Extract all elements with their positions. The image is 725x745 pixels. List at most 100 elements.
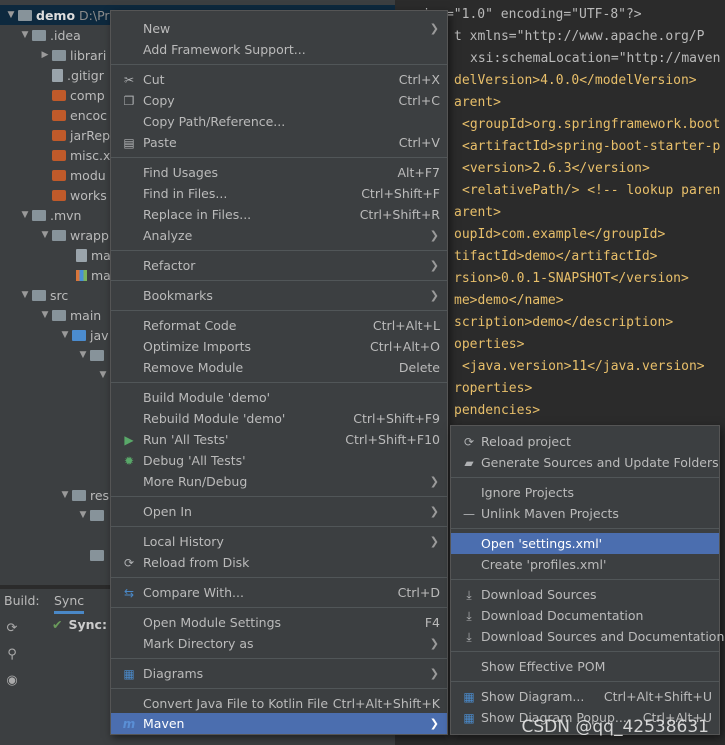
menu-separator [451, 651, 719, 652]
menu-item-show-effective-pom[interactable]: Show Effective POM [451, 656, 719, 677]
code-line: roperties> [454, 378, 532, 400]
menu-item-analyze[interactable]: Analyze ❯ [111, 225, 447, 246]
menu-item-find-usages[interactable]: Find Usages Alt+F7 [111, 162, 447, 183]
menu-item-show-diagram[interactable]: ▦ Show Diagram... Ctrl+Alt+Shift+U [451, 686, 719, 707]
menu-item-download-sources-and-docs[interactable]: ⤓ Download Sources and Documentation [451, 626, 724, 647]
menu-item-shortcut: Ctrl+Shift+R [359, 207, 440, 222]
menu-item-mark-directory-as[interactable]: Mark Directory as ❯ [111, 633, 447, 654]
chevron-down-icon[interactable]: ▼ [58, 330, 72, 340]
menu-item-reload-from-disk[interactable]: ⟳ Reload from Disk [111, 552, 447, 573]
menu-item-ignore-projects[interactable]: Ignore Projects [451, 482, 719, 503]
menu-item-compare-with[interactable]: ⇆ Compare With... Ctrl+D [111, 582, 447, 603]
code-text: operties> [454, 337, 525, 352]
tree-item-gitignore[interactable]: .gitigr [0, 65, 104, 85]
chevron-down-icon[interactable]: ▼ [4, 10, 18, 20]
chevron-down-icon[interactable]: ▼ [18, 210, 32, 220]
menu-item-more-run-debug[interactable]: More Run/Debug ❯ [111, 471, 447, 492]
tree-item-compiler[interactable]: comp [0, 85, 105, 105]
menu-item-refactor[interactable]: Refactor ❯ [111, 255, 447, 276]
generate-sources-icon: ▰ [464, 455, 474, 470]
menu-item-open-module-settings[interactable]: Open Module Settings F4 [111, 612, 447, 633]
menu-item-open-settings-xml[interactable]: Open 'settings.xml' [451, 533, 719, 554]
menu-item-rebuild-module[interactable]: Rebuild Module 'demo' Ctrl+Shift+F9 [111, 408, 447, 429]
menu-item-reload-project[interactable]: ⟳ Reload project [451, 431, 719, 452]
menu-item-diagrams[interactable]: ▦ Diagrams ❯ [111, 663, 447, 684]
tree-item-mvn[interactable]: ▼ .mvn [0, 205, 82, 225]
tree-item-resources[interactable]: ▼ res [0, 485, 110, 505]
menu-item-label: Cut [143, 72, 165, 87]
menu-item-local-history[interactable]: Local History ❯ [111, 531, 447, 552]
tree-item-wrapper[interactable]: ▼ wrapp [0, 225, 109, 245]
chevron-down-icon[interactable]: ▼ [58, 490, 72, 500]
menu-item-optimize-imports[interactable]: Optimize Imports Ctrl+Alt+O [111, 336, 447, 357]
menu-item-convert-java-to-kotlin[interactable]: Convert Java File to Kotlin File Ctrl+Alt… [111, 693, 447, 714]
code-line: t xmlns="http://www.apache.org/P [454, 26, 704, 48]
menu-item-copy[interactable]: ❐ Copy Ctrl+C [111, 90, 447, 111]
menu-item-maven[interactable]: m Maven ❯ [111, 713, 447, 734]
tree-item-libraries[interactable]: ▶ librari [0, 45, 107, 65]
menu-item-reformat-code[interactable]: Reformat Code Ctrl+Alt+L [111, 315, 447, 336]
sync-icon[interactable]: ⟳ [4, 621, 20, 637]
chevron-down-icon[interactable]: ▼ [38, 310, 52, 320]
submenu-arrow-icon: ❯ [429, 22, 439, 35]
xml-file-icon [52, 149, 66, 161]
code-text: roperties> [454, 381, 533, 396]
chevron-down-icon[interactable]: ▼ [96, 370, 110, 380]
menu-item-shortcut: Ctrl+Alt+O [370, 339, 440, 354]
code-line: <version>2.6.3</version> [462, 158, 650, 180]
menu-item-find-in-files[interactable]: Find in Files... Ctrl+Shift+F [111, 183, 447, 204]
folder-icon [72, 329, 86, 341]
tree-item-maven-properties[interactable]: ma [0, 265, 111, 285]
tree-item-package[interactable]: ▼ [0, 345, 108, 365]
tree-item-main[interactable]: ▼ main [0, 305, 102, 325]
menu-item-download-sources[interactable]: ⤓ Download Sources [451, 584, 719, 605]
menu-item-download-documentation[interactable]: ⤓ Download Documentation [451, 605, 719, 626]
tree-item-label: res [90, 487, 110, 503]
code-text: xsi:schemaLocation="http://maven [470, 51, 721, 66]
eye-icon[interactable]: ◉ [4, 673, 20, 689]
menu-item-cut[interactable]: ✂ Cut Ctrl+X [111, 69, 447, 90]
tree-item-path: D:\Pr [79, 7, 110, 23]
menu-item-replace-in-files[interactable]: Replace in Files... Ctrl+Shift+R [111, 204, 447, 225]
menu-item-generate-sources[interactable]: ▰ Generate Sources and Update Folders [451, 452, 719, 473]
tree-item-misc[interactable]: misc.x [0, 145, 110, 165]
chevron-down-icon[interactable]: ▼ [76, 510, 90, 520]
submenu-arrow-icon: ❯ [429, 667, 439, 680]
tree-item-idea[interactable]: ▼ .idea [0, 25, 81, 45]
menu-item-paste[interactable]: ▤ Paste Ctrl+V [111, 132, 447, 153]
menu-item-label: Open In [143, 504, 192, 519]
menu-item-build-module[interactable]: Build Module 'demo' [111, 387, 447, 408]
menu-item-create-profiles-xml[interactable]: Create 'profiles.xml' [451, 554, 719, 575]
tree-item-subpackage[interactable]: ▼ [0, 365, 110, 385]
tree-item-java[interactable]: ▼ jav [0, 325, 109, 345]
menu-item-open-in[interactable]: Open In ❯ [111, 501, 447, 522]
tree-item-workspace[interactable]: works [0, 185, 107, 205]
menu-item-new[interactable]: New ❯ [111, 18, 447, 39]
tree-item-src[interactable]: ▼ src [0, 285, 69, 305]
tree-item-static[interactable]: ▼ [0, 505, 108, 525]
chevron-right-icon[interactable]: ▶ [38, 50, 52, 60]
menu-item-debug-all-tests[interactable]: ✹ Debug 'All Tests' [111, 450, 447, 471]
tree-item-jarrepositories[interactable]: jarRep [0, 125, 110, 145]
menu-item-unlink-maven-projects[interactable]: — Unlink Maven Projects [451, 503, 719, 524]
menu-item-label: Optimize Imports [143, 339, 252, 354]
tree-item-encodings[interactable]: encoc [0, 105, 107, 125]
menu-item-bookmarks[interactable]: Bookmarks ❯ [111, 285, 447, 306]
tree-item-modules[interactable]: modu [0, 165, 106, 185]
menu-item-copy-path[interactable]: Copy Path/Reference... [111, 111, 447, 132]
menu-item-label: Debug 'All Tests' [143, 453, 246, 468]
chevron-down-icon[interactable]: ▼ [18, 30, 32, 40]
menu-item-label: Add Framework Support... [143, 42, 306, 57]
tree-item-templates[interactable] [0, 545, 108, 565]
submenu-arrow-icon: ❯ [429, 637, 439, 650]
chevron-down-icon[interactable]: ▼ [18, 290, 32, 300]
menu-item-remove-module[interactable]: Remove Module Delete [111, 357, 447, 378]
menu-item-run-all-tests[interactable]: ▶ Run 'All Tests' Ctrl+Shift+F10 [111, 429, 447, 450]
menu-item-add-framework[interactable]: Add Framework Support... [111, 39, 447, 60]
pin-icon[interactable]: ⚲ [4, 647, 20, 663]
sync-tab[interactable]: Sync [54, 593, 85, 614]
chevron-down-icon[interactable]: ▼ [38, 230, 52, 240]
code-line: pendencies> [454, 400, 540, 422]
chevron-down-icon[interactable]: ▼ [76, 350, 90, 360]
tree-item-maven-jar[interactable]: ma [0, 245, 111, 265]
